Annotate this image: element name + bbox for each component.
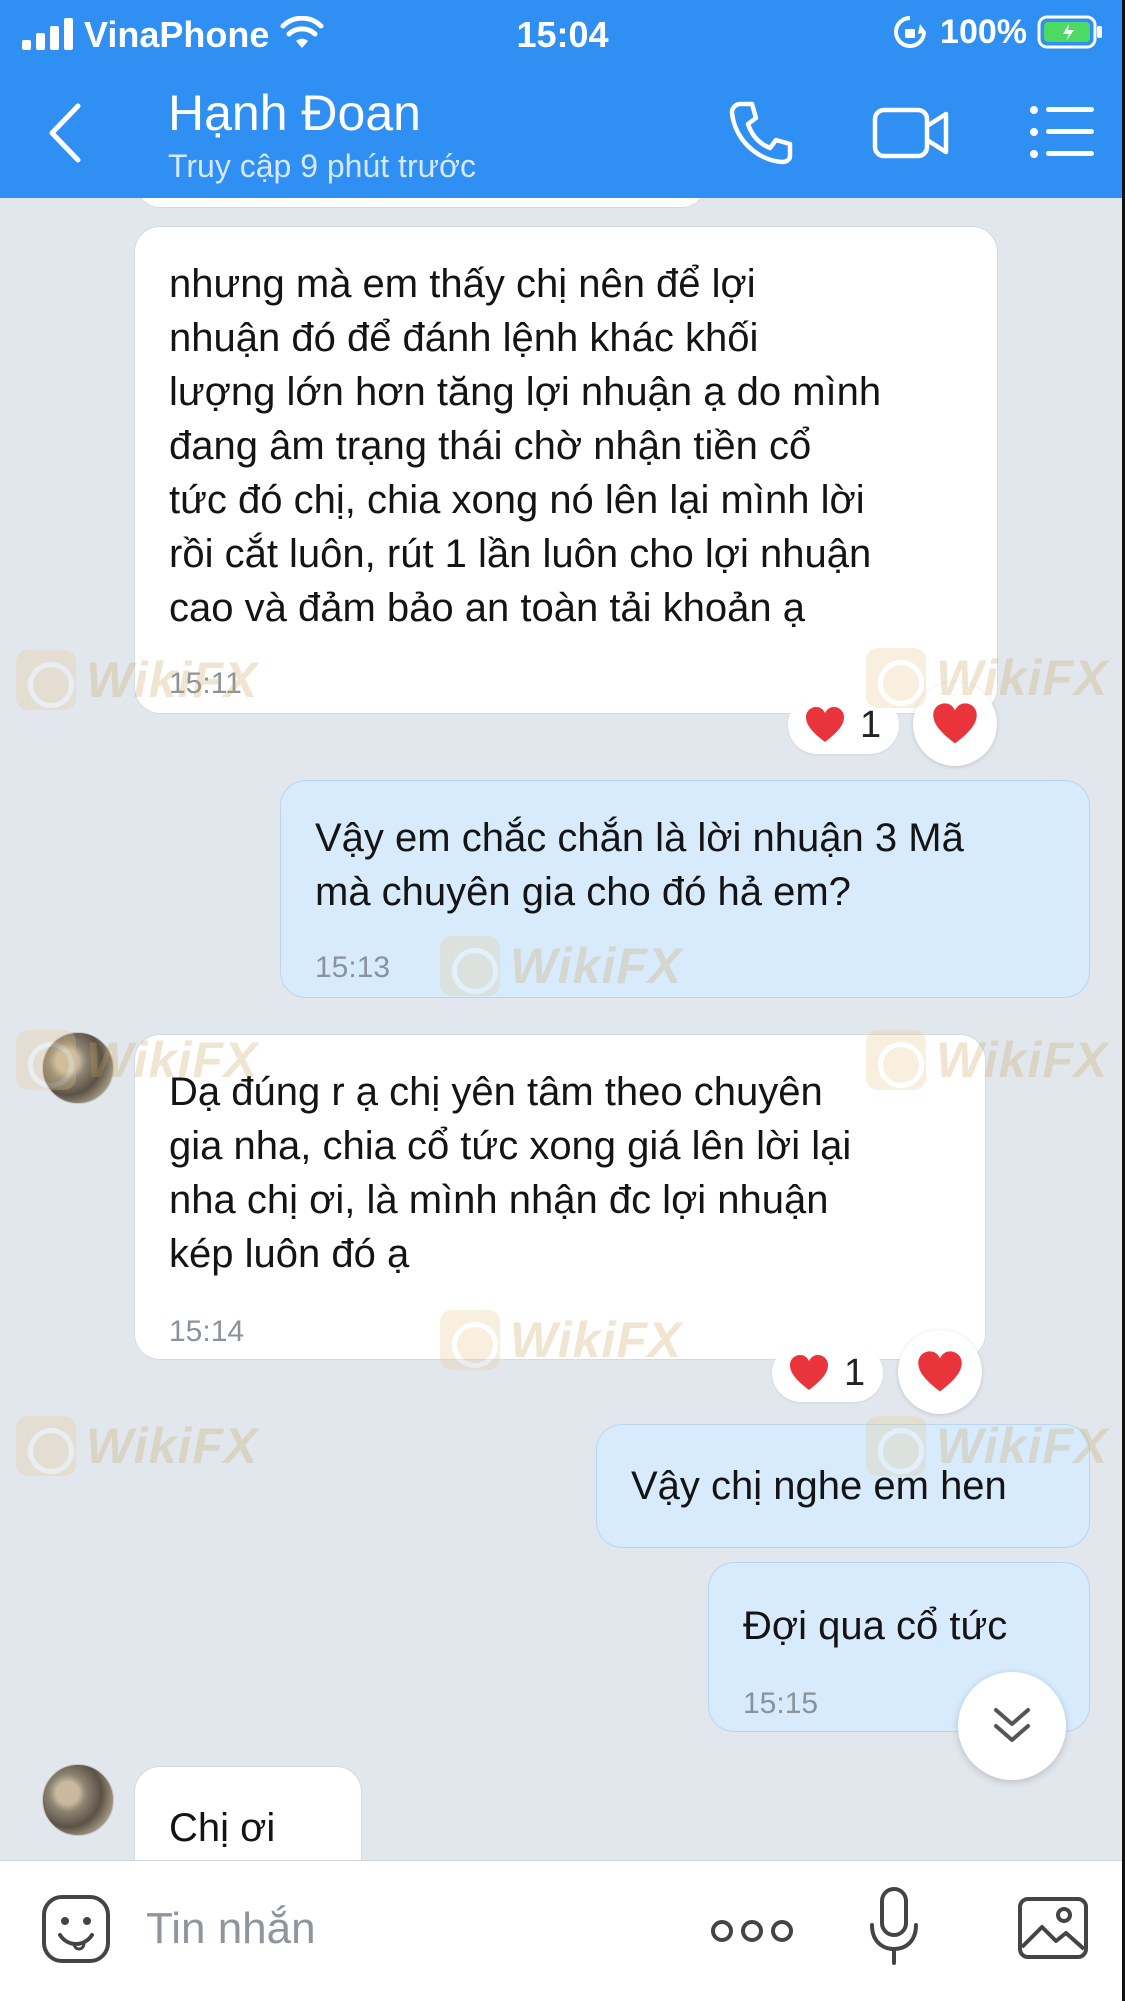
status-bar: VinaPhone 15:04 100% [0,0,1125,70]
heart-icon [933,703,977,744]
react-button[interactable] [898,1330,982,1414]
message-time: 15:14 [169,1315,245,1348]
heart-icon [918,1351,962,1392]
message-text: Chị ơi [169,1806,276,1850]
heart-icon [806,707,844,742]
message-text: Vậy em chắc chắn là lời nhuận 3 Mã mà ch… [315,816,964,914]
avatar[interactable] [42,1032,114,1104]
video-camera-icon[interactable] [872,100,950,166]
battery-status: 100% [890,12,1103,52]
double-chevron-down-icon [994,1708,1030,1742]
message-bubble-incoming[interactable]: nhưng mà em thấy chị nên để lợi nhuận đó… [134,226,998,714]
scroll-to-bottom-button[interactable] [958,1672,1066,1780]
list-menu-icon[interactable] [1028,100,1096,164]
last-seen-status: Truy cập 9 phút trước [168,148,476,184]
battery-percent: 100% [940,12,1027,51]
message-input-bar [0,1860,1125,2001]
message-text: nhưng mà em thấy chị nên để lợi nhuận đó… [169,262,882,630]
message-bubble-outgoing[interactable]: Vậy em chắc chắn là lời nhuận 3 Mã mà ch… [280,780,1090,998]
heart-icon [790,1355,828,1390]
message-text: Dạ đúng r ạ chị yên tâm theo chuyên gia … [169,1070,852,1276]
message-input[interactable] [146,1889,666,1969]
message-text: Đợi qua cổ tức [743,1604,1008,1648]
reaction-count: 1 [860,703,882,746]
avatar[interactable] [42,1764,114,1836]
message-time: 15:15 [743,1687,819,1720]
battery-icon [1037,15,1102,49]
orientation-lock-icon [894,16,927,48]
back-button[interactable] [40,98,90,168]
more-dots-icon[interactable] [710,1911,794,1951]
reaction-summary[interactable]: 1 [772,1344,884,1402]
message-bubble-outgoing[interactable]: Vậy chị nghe em hen [596,1424,1090,1548]
emoji-sticker-icon[interactable] [40,1893,112,1965]
react-button[interactable] [913,682,997,766]
phone-icon[interactable] [726,98,796,168]
message-bubble-incoming[interactable]: Dạ đúng r ạ chị yên tâm theo chuyên gia … [134,1034,986,1360]
microphone-icon[interactable] [866,1885,922,1969]
message-text: Vậy chị nghe em hen [631,1464,1007,1508]
image-icon[interactable] [1016,1891,1090,1965]
watermark-logo: WikiFX [16,1416,258,1476]
reaction-summary[interactable]: 1 [788,696,900,754]
chat-screen: VinaPhone 15:04 100% Hạnh Đoan Truy cập … [0,0,1125,2001]
reaction-count: 1 [844,1351,866,1394]
chat-header: VinaPhone 15:04 100% Hạnh Đoan Truy cập … [0,0,1125,198]
message-time: 15:13 [315,951,391,984]
contact-name[interactable]: Hạnh Đoan [168,84,421,142]
message-time: 15:11 [169,667,242,700]
